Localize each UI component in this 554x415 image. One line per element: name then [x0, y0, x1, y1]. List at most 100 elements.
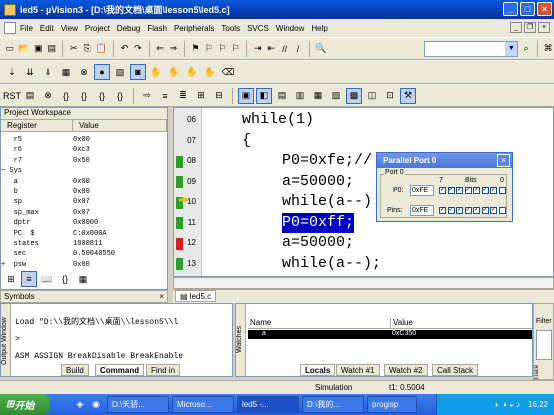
pins-bit-3-checkbox[interactable]: ✓	[473, 207, 480, 214]
nav-back-icon[interactable]: ⇐	[154, 41, 165, 57]
register-row[interactable]: states 1000811	[1, 239, 167, 249]
pins-bit-1-checkbox[interactable]: ✓	[490, 207, 497, 214]
toolbox-icon[interactable]: ⊡	[382, 88, 398, 104]
editor-horizontal-scrollbar[interactable]	[173, 277, 554, 289]
menu-window[interactable]: Window	[276, 24, 304, 33]
options-icon[interactable]: ▧	[112, 64, 128, 80]
enable-breakpoint-icon[interactable]: ✋	[184, 64, 200, 80]
dialog-close-button[interactable]: ×	[497, 154, 510, 167]
tab-call-stack[interactable]: Call Stack	[432, 364, 479, 376]
menu-project[interactable]: Project	[85, 24, 110, 33]
taskbar-item[interactable]: Microso...	[172, 396, 234, 413]
code-line[interactable]: a=50000;	[282, 233, 354, 254]
configure-icon[interactable]: ⚒	[400, 87, 416, 104]
step-out-icon[interactable]: {}	[94, 88, 110, 104]
cut-icon[interactable]: ✂	[68, 41, 79, 57]
taskbar-item[interactable]: D:\天骄...	[107, 396, 169, 413]
pins-bit-2-checkbox[interactable]: ✓	[481, 207, 489, 214]
open-file-icon[interactable]: 📂	[17, 41, 30, 57]
redo-icon[interactable]: ↷	[132, 41, 143, 57]
p0-bit-0-checkbox[interactable]	[498, 187, 506, 194]
close-icon[interactable]: ×	[159, 291, 164, 302]
p0-bit-4-checkbox[interactable]: ✓	[464, 187, 472, 194]
code-line[interactable]: while(a--)	[282, 192, 372, 213]
minimize-button[interactable]: _	[503, 2, 518, 16]
find-combo[interactable]: ▼	[423, 40, 519, 57]
menu-svcs[interactable]: SVCS	[247, 24, 269, 33]
pins-bit-6-checkbox[interactable]: ✓	[447, 207, 455, 214]
pins-bit-5-checkbox[interactable]: ✓	[456, 207, 463, 214]
tab-watch-2[interactable]: Watch #2	[384, 364, 428, 376]
register-column-header[interactable]: Register	[1, 120, 73, 131]
tab-command[interactable]: Command	[95, 364, 145, 376]
new-file-icon[interactable]: ▭	[4, 41, 15, 57]
command-prompt[interactable]: >	[15, 335, 20, 344]
chevron-down-icon[interactable]: ▼	[505, 41, 518, 56]
code-line[interactable]: {	[242, 131, 251, 152]
p0-bit-3-checkbox[interactable]: ✓	[473, 187, 480, 194]
mdi-close-button[interactable]: ×	[538, 22, 550, 33]
watch-name-header[interactable]: Name	[248, 318, 390, 329]
p0-bit-7-checkbox[interactable]: ✓	[439, 187, 446, 194]
code-coverage-icon[interactable]: ⊟	[211, 88, 227, 104]
run-to-cursor-icon[interactable]: {}	[112, 88, 128, 104]
books-tab-icon[interactable]: 📖	[39, 271, 55, 287]
paste-icon[interactable]: 📋	[95, 41, 108, 57]
code-coverage-window-icon[interactable]: ▤	[274, 88, 290, 104]
register-row[interactable]: b 0x00	[1, 187, 167, 197]
register-group-sys[interactable]: − Sys	[1, 166, 167, 176]
pins-value-field[interactable]: 0xFE	[410, 205, 434, 216]
find-in-files-icon[interactable]: 🔍	[314, 41, 327, 57]
start-debug-icon[interactable]: ◙	[130, 64, 146, 80]
indent-icon[interactable]: ⇥	[252, 41, 263, 57]
stop-build-icon[interactable]: ⊗	[76, 64, 92, 80]
watch-value-header[interactable]: Value	[390, 318, 532, 329]
menu-flash[interactable]: Flash	[147, 24, 167, 33]
watch-row[interactable]: a 0xC350	[248, 330, 532, 339]
registers-tab-icon[interactable]: ≡	[21, 271, 37, 287]
register-row[interactable]: sp 0x07	[1, 197, 167, 207]
code-line[interactable]: while(a--);	[282, 254, 381, 275]
build-icon[interactable]: ⇊	[22, 64, 38, 80]
logic-analyzer-icon[interactable]: ▩	[346, 87, 362, 104]
tab-led5-c[interactable]: ▤ led5.c	[175, 290, 217, 302]
register-row[interactable]: + psw 0x00	[1, 260, 167, 270]
symbols-window-icon[interactable]: ◫	[364, 88, 380, 104]
register-row[interactable]: r7 0x50	[1, 156, 167, 166]
functions-tab-icon[interactable]: {}	[57, 271, 73, 287]
tray-icons[interactable]: ◐ ◑ ◒ ♪	[495, 400, 520, 409]
comment-icon[interactable]: //	[279, 41, 290, 57]
pins-bit-0-checkbox[interactable]	[498, 207, 506, 214]
code-line[interactable]: while(1)	[242, 110, 314, 131]
bookmark-clear-icon[interactable]: ⚐	[230, 41, 241, 57]
tab-locals[interactable]: Locals	[300, 364, 336, 376]
pins-bit-4-checkbox[interactable]: ✓	[464, 207, 472, 214]
p0-bit-2-checkbox[interactable]: ✓	[481, 187, 489, 194]
bookmark-icon[interactable]: ⚑	[190, 41, 201, 57]
bookmark-prev-icon[interactable]: ⚐	[203, 41, 214, 57]
find-icon[interactable]: ⌕	[520, 41, 531, 57]
trace-icon[interactable]: ≡	[157, 88, 173, 104]
code-line-selected[interactable]: P0=0xff;	[282, 212, 355, 233]
step-over-icon[interactable]: {}	[76, 88, 92, 104]
register-row[interactable]: r6 0xc3	[1, 145, 167, 155]
project-tab-icon[interactable]: ⊞	[3, 271, 19, 287]
watch-window-icon[interactable]: ◧	[256, 87, 272, 104]
binoculars-icon[interactable]: ⌘	[542, 41, 553, 57]
run-icon[interactable]: ▤	[22, 88, 38, 104]
p0-bit-5-checkbox[interactable]: ✓	[456, 187, 463, 194]
start-button[interactable]: ⊞ 开始	[0, 394, 50, 415]
nav-forward-icon[interactable]: ⇒	[168, 41, 179, 57]
mdi-restore-button[interactable]: ❐	[524, 22, 536, 33]
save-icon[interactable]: ▣	[33, 41, 44, 57]
quicklaunch-icon[interactable]: ◉	[88, 397, 104, 413]
kill-breakpoints-icon[interactable]: ✋	[166, 64, 182, 80]
pins-bit-7-checkbox[interactable]: ✓	[439, 207, 446, 214]
load-icon[interactable]: ●	[94, 64, 110, 80]
p0-bit-1-checkbox[interactable]: ✓	[490, 187, 497, 194]
view-trace-icon[interactable]: ≣	[175, 88, 191, 104]
menu-help[interactable]: Help	[311, 24, 327, 33]
clear-icon[interactable]: ⌫	[220, 64, 236, 80]
copy-icon[interactable]: ⎘	[82, 41, 93, 57]
uncomment-icon[interactable]: /	[292, 41, 303, 57]
